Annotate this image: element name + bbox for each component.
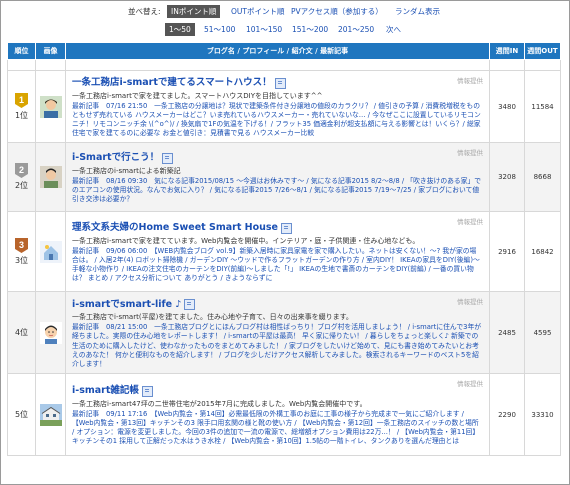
pagination: 1〜50 51〜100 101〜150 151〜200 201〜250 次へ: [1, 23, 569, 37]
header-weekly-in: 週間IN: [489, 42, 525, 60]
table-row: 1 1位 一条工務店i-smartで建てるスマートハウス！ 情報提供 一条工務店…: [7, 70, 561, 143]
blog-cell: 一条工務店i-smartで建てるスマートハウス！ 情報提供 一条工務店i-sma…: [65, 70, 490, 143]
sort-out-points[interactable]: OUTポイント順: [231, 6, 284, 17]
weekly-out-value: 16842: [524, 211, 561, 292]
blog-description: 一条工務店のi-smartによる新築記: [72, 166, 181, 175]
info-link[interactable]: 情報提供: [457, 378, 483, 388]
latest-posts[interactable]: 最新記事 09/11 17:16 【Web内覧会・第14回】必需最低限の外構工事…: [72, 410, 483, 447]
sort-in-points[interactable]: INポイント順: [167, 5, 221, 18]
medal-number: 1: [19, 95, 24, 105]
image-cell: [35, 70, 66, 143]
table-row: 4位 i-smartでsmart-life ♪ 情報提供 一条工務店でi-sma…: [7, 291, 561, 374]
rank-cell: 2 2位: [7, 142, 36, 212]
rank-label: 4位: [14, 328, 29, 337]
info-link[interactable]: 情報提供: [457, 147, 483, 157]
medal-icon: 3: [15, 237, 28, 253]
blog-avatar[interactable]: [39, 403, 62, 426]
rank-label: 1位: [14, 110, 29, 120]
ranking-page: 並べ替え: INポイント順 OUTポイント順 PVアクセス順（参加する） ランダ…: [0, 0, 570, 485]
weekly-in-value: 2485: [489, 291, 525, 374]
blog-avatar[interactable]: [39, 321, 62, 344]
rank-label: 2位: [14, 181, 29, 190]
header-blog: ブログ名 / プロフィール / 紹介文 / 最新記事: [65, 42, 490, 60]
image-cell: [35, 373, 66, 456]
blog-cell: i-Smartで行こう！ 情報提供 一条工務店のi-smartによる新築記 最新…: [65, 142, 490, 212]
latest-posts[interactable]: 最新記事 08/16 09:30 気になる記事2015/08/15 〜今週はお休…: [72, 177, 483, 205]
rank-cell: 3 3位: [7, 211, 36, 292]
blog-title-link[interactable]: i-Smartで行こう！: [72, 152, 159, 163]
table-header-row: 順位 画像 ブログ名 / プロフィール / 紹介文 / 最新記事 週間IN 週間…: [7, 42, 561, 60]
weekly-in-value: 3480: [489, 70, 525, 143]
table-row: 3 3位 理系文系夫婦のHome Sweet Smart House 情報提供 …: [7, 211, 561, 292]
page-151-200[interactable]: 151〜200: [292, 24, 328, 35]
page-1-50[interactable]: 1〜50: [165, 23, 195, 36]
blog-cell: i-smartでsmart-life ♪ 情報提供 一条工務店でi-smart(…: [65, 291, 490, 374]
blog-description: 一条工務店でi-smart(平屋)を建てました。住み心地や子育て、日々の出来事を…: [72, 313, 353, 322]
medal-number: 2: [19, 165, 24, 175]
blog-description: 一条工務店i-smartで家を建てました。スマートハウスDIYを目指しています^…: [72, 91, 323, 100]
blog-title-link[interactable]: i-smartでsmart-life ♪: [72, 299, 181, 310]
blog-title-link[interactable]: i-smart雑記帳: [72, 385, 139, 396]
page-next[interactable]: 次へ: [386, 24, 401, 35]
latest-posts[interactable]: 最新記事 09/06 06:00 【WEB内覧会ブログ vol.9】新築入居時に…: [72, 247, 483, 284]
weekly-out-value: 33310: [524, 373, 561, 456]
blog-description: 一条工務店i-smartで家を建てています。Web内覧会を開催中。インテリア・庭…: [72, 236, 420, 245]
page-101-150[interactable]: 101〜150: [246, 24, 282, 35]
medal-icon: 1: [15, 92, 28, 108]
sort-bar: 並べ替え: INポイント順 OUTポイント順 PVアクセス順（参加する） ランダ…: [1, 5, 569, 19]
info-link[interactable]: 情報提供: [457, 216, 483, 226]
blog-avatar[interactable]: [39, 95, 62, 118]
blog-title-link[interactable]: 一条工務店i-smartで建てるスマートハウス！: [72, 77, 272, 88]
blog-avatar[interactable]: [39, 166, 62, 188]
blog-description: 一条工務店i-smart47坪の二世帯住宅が2015年7月に完成しました。Web…: [72, 399, 367, 408]
weekly-in-value: 3208: [489, 142, 525, 212]
weekly-in-value: 2290: [489, 373, 525, 456]
rank-cell: 1 1位: [7, 70, 36, 143]
latest-posts[interactable]: 最新記事 08/21 15:00 一条工務店ブログとにほんブログ村は相性ばっちり…: [72, 323, 483, 369]
image-cell: [35, 291, 66, 374]
profile-icon[interactable]: [162, 152, 174, 164]
header-blog-label: ブログ名 / プロフィール / 紹介文 / 最新記事: [206, 47, 349, 55]
rank-cell: 5位: [7, 373, 36, 456]
weekly-out-value: 4595: [524, 291, 561, 374]
header-rank: 順位: [7, 42, 36, 60]
sort-label: 並べ替え:: [128, 7, 161, 16]
table-row: 2 2位 i-Smartで行こう！ 情報提供 一条工務店のi-smartによる新…: [7, 142, 561, 212]
image-cell: [35, 142, 66, 212]
ranking-table: 順位 画像 ブログ名 / プロフィール / 紹介文 / 最新記事 週間IN 週間…: [7, 42, 561, 456]
table-row: 5位 i-smart雑記帳 情報提供 一条工務店i-smart47坪の二世帯住宅…: [7, 373, 561, 456]
latest-posts[interactable]: 最新記事 07/16 21:50 一条工務店の分譲地は？現状で建築条件付き分譲地…: [72, 102, 483, 139]
weekly-in-value: 2916: [489, 211, 525, 292]
blog-title-link[interactable]: 理系文系夫婦のHome Sweet Smart House: [72, 222, 278, 233]
profile-icon[interactable]: [274, 77, 286, 89]
page-201-250[interactable]: 201〜250: [338, 24, 374, 35]
profile-icon[interactable]: [281, 222, 293, 234]
page-51-100[interactable]: 51〜100: [204, 24, 235, 35]
blog-cell: i-smart雑記帳 情報提供 一条工務店i-smart47坪の二世帯住宅が20…: [65, 373, 490, 456]
sort-pv-access[interactable]: PVアクセス順（参加する）: [291, 6, 383, 17]
weekly-out-value: 11584: [524, 70, 561, 143]
spacer-row: [7, 59, 561, 71]
image-cell: [35, 211, 66, 292]
rank-cell: 4位: [7, 291, 36, 374]
header-weekly-out: 週間OUT: [524, 42, 561, 60]
medal-icon: 2: [15, 163, 28, 178]
profile-icon[interactable]: [184, 299, 196, 311]
blog-avatar[interactable]: [39, 240, 62, 263]
weekly-out-value: 8668: [524, 142, 561, 212]
header-image: 画像: [35, 42, 66, 60]
sort-random[interactable]: ランダム表示: [395, 6, 440, 17]
rank-label: 3位: [14, 255, 29, 265]
blog-cell: 理系文系夫婦のHome Sweet Smart House 情報提供 一条工務店…: [65, 211, 490, 292]
info-link[interactable]: 情報提供: [457, 296, 483, 306]
profile-icon[interactable]: [141, 385, 153, 397]
rank-label: 5位: [14, 410, 29, 419]
info-link[interactable]: 情報提供: [457, 75, 483, 85]
medal-number: 3: [19, 240, 24, 250]
